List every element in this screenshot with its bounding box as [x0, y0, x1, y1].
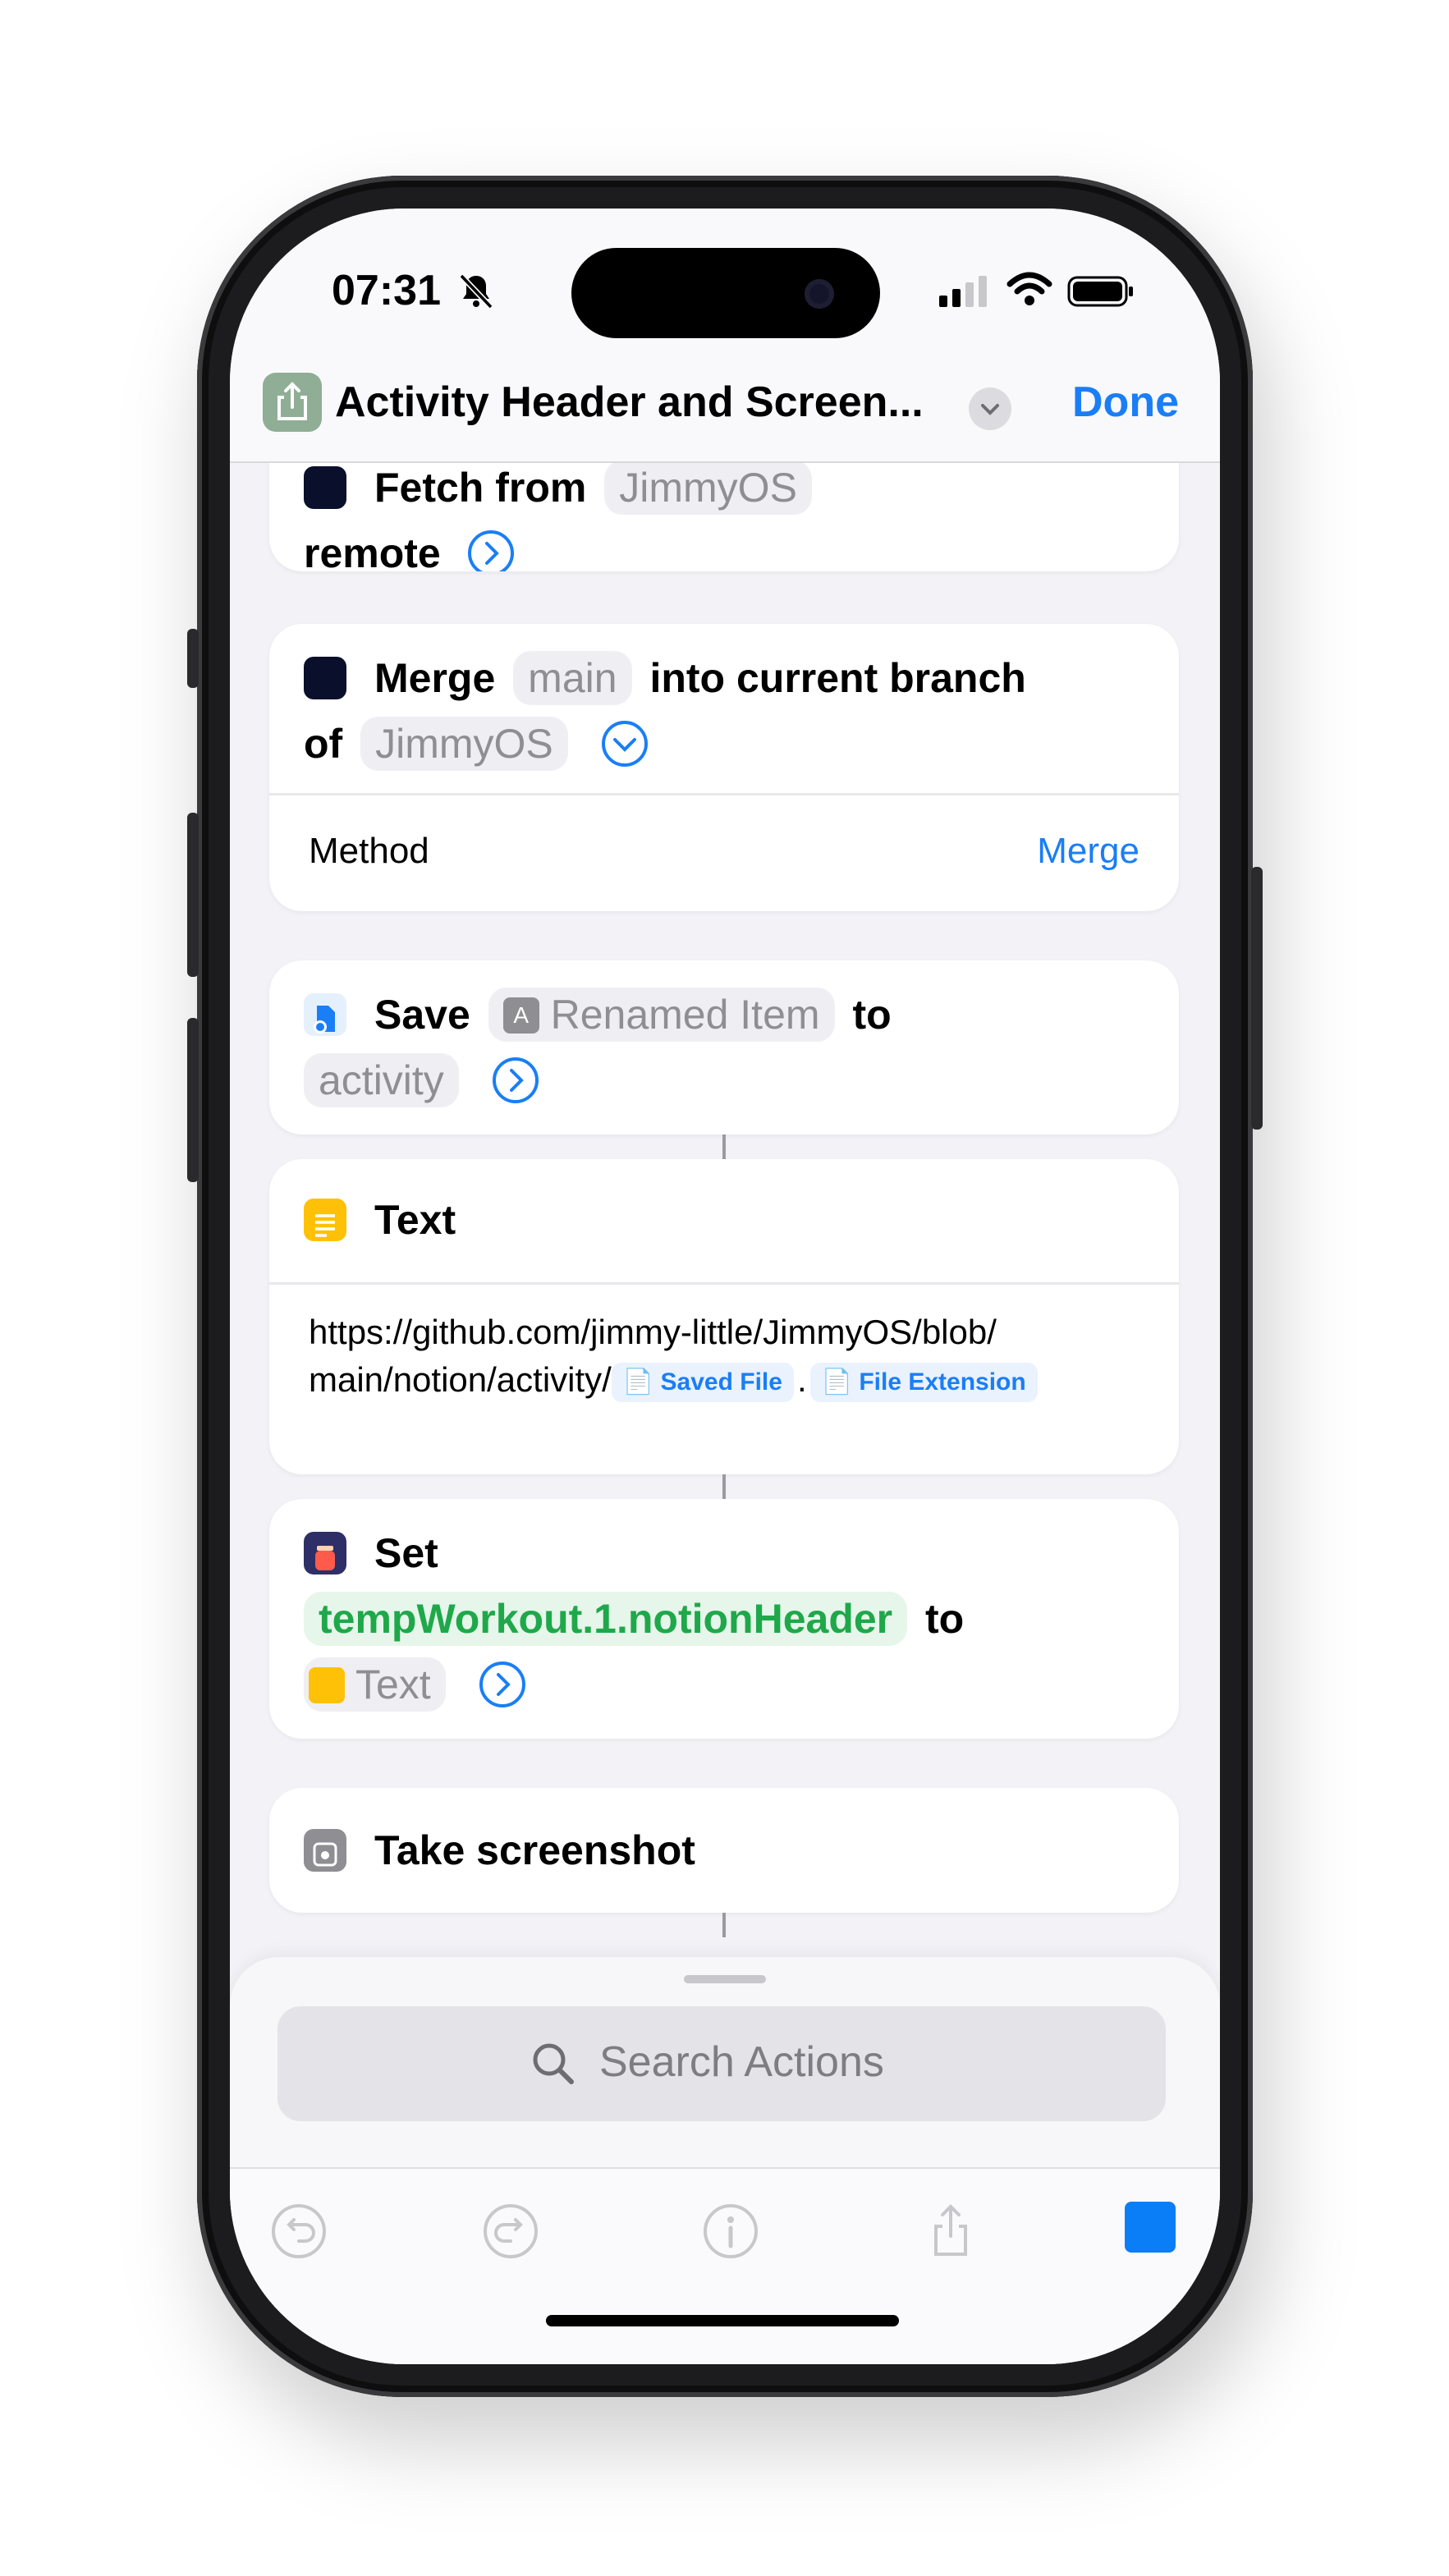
- search-placeholder: Search Actions: [599, 2038, 884, 2086]
- rename-icon: A: [502, 997, 539, 1034]
- shortcut-title[interactable]: Activity Header and Screen...: [335, 378, 924, 427]
- flow-connector: [722, 1913, 726, 1937]
- saved-file-variable[interactable]: 📄 Saved File: [611, 1362, 794, 1402]
- status-time: 07:31: [332, 267, 441, 314]
- share-icon[interactable]: [921, 2202, 980, 2261]
- search-icon: [533, 2043, 574, 2084]
- git-app-icon: [304, 465, 346, 509]
- merge-of-text: of: [304, 721, 343, 767]
- editor-toolbar: [230, 2167, 1220, 2364]
- action-button: [187, 629, 199, 688]
- battery-icon: [1067, 276, 1133, 307]
- home-indicator[interactable]: [546, 2315, 899, 2326]
- file-extension-variable[interactable]: 📄 File Extension: [809, 1362, 1038, 1402]
- screenshot-title: Take screenshot: [374, 1827, 695, 1873]
- text-title: Text: [374, 1197, 456, 1243]
- status-bar: 07:31: [230, 209, 1220, 340]
- merge-verb: Merge: [374, 655, 496, 701]
- flow-connector: [722, 1134, 726, 1159]
- set-verb: Set: [374, 1530, 438, 1576]
- destination-parameter[interactable]: activity: [304, 1053, 459, 1107]
- cellular-signal-icon: [939, 276, 987, 307]
- navigation-bar: Activity Header and Screen... Done: [230, 340, 1220, 463]
- remote-label: remote: [304, 530, 441, 571]
- undo-icon[interactable]: [269, 2202, 328, 2261]
- repo-parameter[interactable]: JimmyOS: [360, 717, 568, 771]
- git-app-icon: [304, 656, 346, 699]
- fetch-action-card[interactable]: Fetch from JimmyOS remote: [269, 463, 1179, 571]
- stop-icon[interactable]: [1125, 2202, 1176, 2253]
- url-line-1: https://github.com/jimmy-little/JimmyOS/…: [309, 1313, 997, 1351]
- dot-separator: .: [796, 1360, 807, 1399]
- set-to-text: to: [925, 1596, 965, 1642]
- merge-mid-text: into current branch: [649, 655, 1026, 701]
- url-line-2: main/notion/activity/: [309, 1360, 612, 1399]
- title-menu-button[interactable]: [969, 387, 1011, 430]
- chevron-right-circle-icon[interactable]: [467, 529, 515, 571]
- chevron-right-circle-icon[interactable]: [492, 1057, 539, 1104]
- text-icon: [304, 1198, 346, 1241]
- chevron-right-circle-icon[interactable]: [479, 1661, 526, 1708]
- file-icon: [304, 992, 346, 1036]
- method-value[interactable]: Merge: [1037, 831, 1139, 872]
- done-button[interactable]: Done: [1072, 378, 1179, 427]
- actions-list: Fetch from JimmyOS remote Merge main int…: [230, 463, 1220, 1998]
- set-action-card[interactable]: Set tempWorkout.1.notionHeader to Text: [269, 1499, 1179, 1739]
- wifi-icon: [1007, 272, 1052, 305]
- method-label: Method: [309, 831, 429, 871]
- sheet-grabber[interactable]: [684, 1975, 766, 1983]
- search-actions-field[interactable]: Search Actions: [277, 2006, 1166, 2121]
- divider: [269, 793, 1179, 795]
- flow-connector: [722, 1474, 726, 1499]
- value-label: Text: [355, 1662, 431, 1707]
- key-parameter[interactable]: tempWorkout.1.notionHeader: [304, 1592, 908, 1646]
- jar-icon: [304, 1531, 346, 1574]
- item-label: Renamed Item: [550, 992, 820, 1038]
- value-parameter[interactable]: Text: [304, 1657, 446, 1712]
- share-icon: [277, 382, 307, 420]
- redo-icon[interactable]: [481, 2202, 540, 2261]
- screenshot-icon: [304, 1828, 346, 1872]
- screenshot-action-card[interactable]: Take screenshot: [269, 1788, 1179, 1913]
- item-parameter[interactable]: A Renamed Item: [488, 988, 835, 1042]
- text-content[interactable]: https://github.com/jimmy-little/JimmyOS/…: [309, 1309, 1146, 1404]
- fetch-verb: Fetch from: [374, 465, 587, 511]
- screen: 07:31 Activity Header and Screen... Done…: [230, 209, 1220, 2364]
- chevron-down-circle-icon[interactable]: [601, 720, 649, 768]
- silent-bell-icon: [459, 273, 493, 309]
- text-action-card[interactable]: Text https://github.com/jimmy-little/Jim…: [269, 1159, 1179, 1474]
- side-button: [1251, 867, 1263, 1130]
- camera-lens: [805, 279, 834, 309]
- save-verb: Save: [374, 992, 470, 1038]
- shortcut-icon[interactable]: [263, 373, 322, 432]
- chevron-down-icon: [981, 404, 999, 415]
- text-icon: [309, 1666, 345, 1703]
- repo-parameter[interactable]: JimmyOS: [604, 463, 812, 515]
- merge-action-card[interactable]: Merge main into current branch of JimmyO…: [269, 624, 1179, 911]
- save-to-text: to: [852, 992, 892, 1038]
- action-search-sheet: Search Actions: [230, 1957, 1220, 2364]
- info-icon[interactable]: [701, 2202, 760, 2261]
- divider: [269, 1282, 1179, 1285]
- save-action-card[interactable]: Save A Renamed Item to activity: [269, 960, 1179, 1134]
- branch-parameter[interactable]: main: [513, 651, 632, 705]
- volume-down-button: [187, 1018, 199, 1182]
- volume-up-button: [187, 813, 199, 977]
